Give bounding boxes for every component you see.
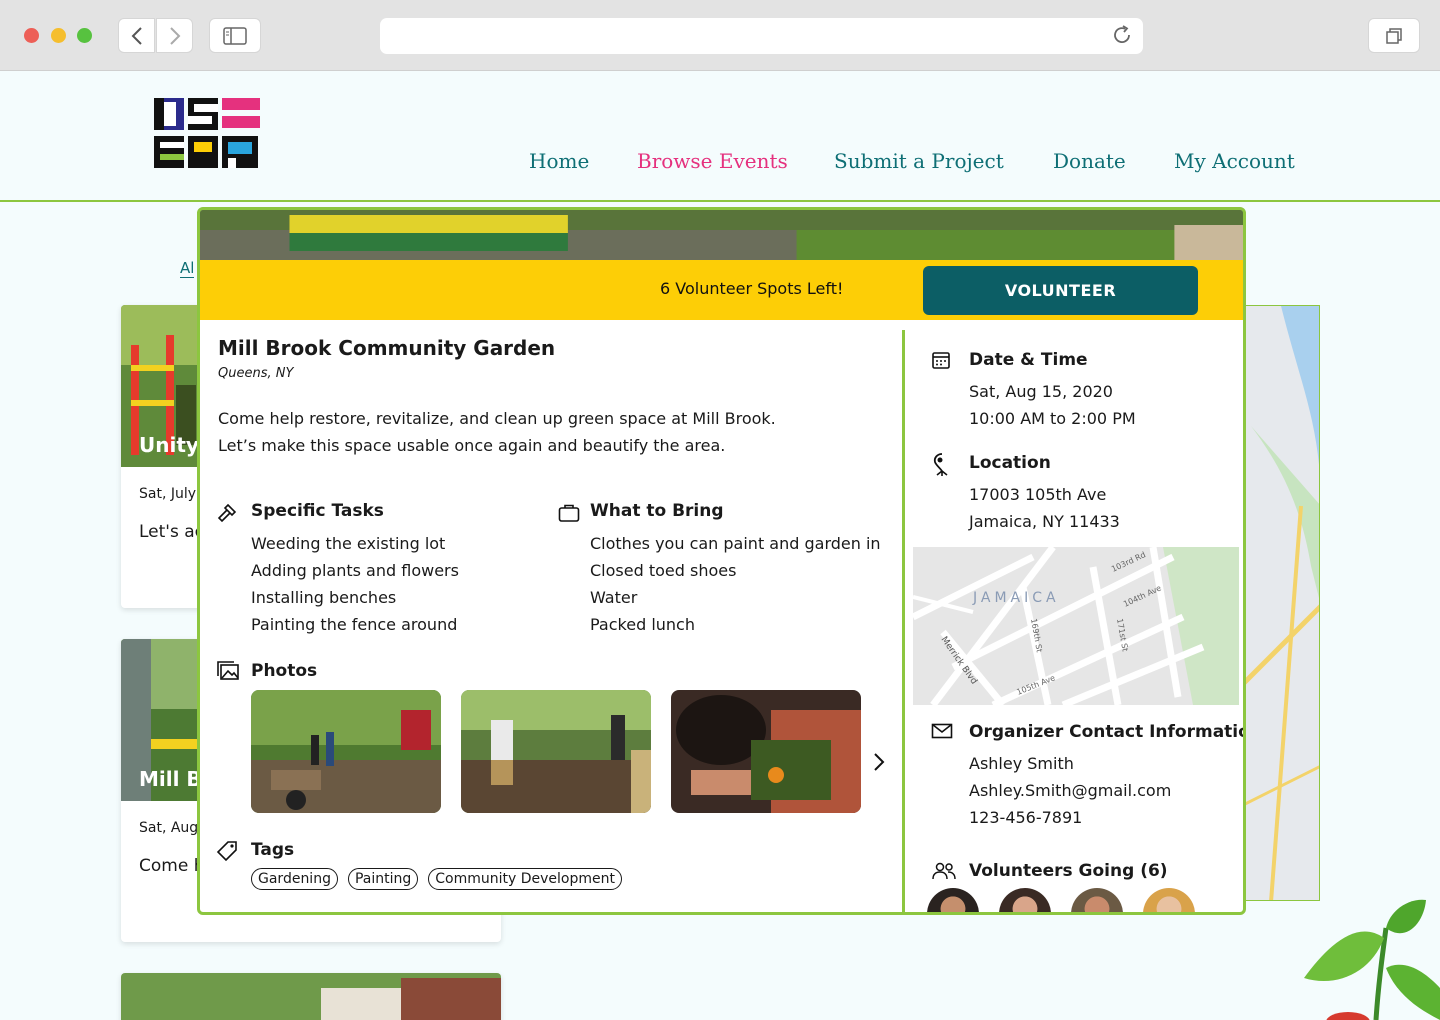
tabs-icon — [1386, 27, 1402, 44]
browser-chrome — [0, 0, 1440, 71]
sidebar-toggle-button[interactable] — [209, 18, 261, 53]
list-item: Closed toed shoes — [590, 561, 737, 580]
event-detail-modal: 6 Volunteer Spots Left! VOLUNTEER Mill B… — [197, 207, 1246, 915]
chevron-left-icon — [131, 26, 142, 45]
event-info-sidebar: Date & Time Sat, Aug 15, 2020 10:00 AM t… — [905, 320, 1246, 912]
list-item: Painting the fence around — [251, 615, 458, 634]
volunteer-banner: 6 Volunteer Spots Left! VOLUNTEER — [200, 260, 1243, 320]
date-heading: Date & Time — [969, 350, 1088, 370]
filter-link[interactable]: Al — [180, 259, 195, 278]
site-header: Home Browse Events Submit a Project Dona… — [0, 72, 1440, 202]
organizer-heading: Organizer Contact Information — [969, 722, 1246, 742]
zoom-window-button[interactable] — [77, 28, 92, 43]
event-card-title: Unity — [139, 433, 199, 457]
back-button[interactable] — [118, 18, 155, 53]
avatar[interactable] — [927, 888, 979, 912]
envelope-icon — [931, 723, 953, 739]
calendar-icon — [932, 352, 950, 369]
event-description: Come help restore, revitalize, and clean… — [218, 405, 838, 459]
events-map[interactable] — [1240, 305, 1320, 901]
list-item: Packed lunch — [590, 615, 695, 634]
event-photo[interactable] — [671, 690, 861, 813]
tag-icon — [216, 841, 237, 862]
avatar[interactable] — [1071, 888, 1123, 912]
project-step-logo[interactable] — [152, 96, 264, 172]
sidebar-icon — [223, 26, 247, 45]
event-card-date: Sat, Aug — [139, 820, 199, 836]
tag-chip[interactable]: Painting — [347, 868, 419, 890]
location-map[interactable]: JAMAICA 103rd Rd 104th Ave 169th St 171s… — [913, 547, 1239, 705]
event-time: 10:00 AM to 2:00 PM — [969, 409, 1136, 428]
address-bar[interactable] — [380, 18, 1143, 54]
list-item: Water — [590, 588, 638, 607]
location-pin-icon — [933, 453, 948, 476]
event-details-panel: Mill Brook Community Garden Queens, NY C… — [200, 320, 902, 912]
volunteers-heading: Volunteers Going (6) — [969, 861, 1168, 881]
event-location-subtitle: Queens, NY — [218, 366, 294, 381]
close-window-button[interactable] — [24, 28, 39, 43]
photos-heading: Photos — [251, 661, 318, 681]
address-line-1: 17003 105th Ave — [969, 485, 1107, 504]
nav-home[interactable]: Home — [529, 149, 589, 173]
nav-browse-events[interactable]: Browse Events — [637, 149, 788, 173]
reload-icon[interactable] — [1111, 24, 1133, 46]
location-heading: Location — [969, 453, 1051, 473]
avatar[interactable] — [1143, 888, 1195, 912]
tasks-heading: Specific Tasks — [251, 501, 384, 521]
volunteer-avatars — [927, 888, 1195, 912]
tab-overview-button[interactable] — [1368, 18, 1420, 53]
list-item: Adding plants and flowers — [251, 561, 459, 580]
nav-submit-project[interactable]: Submit a Project — [834, 149, 1004, 173]
people-icon — [932, 862, 956, 880]
event-card-image — [121, 973, 501, 1020]
hammer-icon — [217, 503, 237, 523]
map-area-label: JAMAICA — [972, 590, 1060, 606]
tag-chip[interactable]: Gardening — [251, 868, 338, 890]
forward-button[interactable] — [156, 18, 193, 53]
description-line: Come help restore, revitalize, and clean… — [218, 409, 776, 428]
avatar[interactable] — [999, 888, 1051, 912]
volunteer-button[interactable]: VOLUNTEER — [923, 266, 1198, 315]
event-photo[interactable] — [251, 690, 441, 813]
photos-icon — [217, 661, 239, 680]
address-line-2: Jamaica, NY 11433 — [969, 512, 1120, 531]
event-date: Sat, Aug 15, 2020 — [969, 382, 1113, 401]
organizer-email[interactable]: Ashley.Smith@gmail.com — [969, 777, 1171, 804]
chevron-right-icon — [169, 26, 180, 45]
chevron-right-icon[interactable] — [872, 750, 886, 774]
nav-my-account[interactable]: My Account — [1174, 149, 1295, 173]
tag-list: Gardening Painting Community Development — [251, 868, 622, 890]
spots-left-text: 6 Volunteer Spots Left! — [660, 279, 844, 298]
organizer-phone[interactable]: 123-456-7891 — [969, 804, 1082, 831]
list-item: Weeding the existing lot — [251, 534, 446, 553]
minimize-window-button[interactable] — [51, 28, 66, 43]
nav-donate[interactable]: Donate — [1053, 149, 1126, 173]
tags-heading: Tags — [251, 840, 295, 860]
organizer-name: Ashley Smith — [969, 754, 1074, 773]
description-line: Let’s make this space usable once again … — [218, 436, 726, 455]
list-item: Installing benches — [251, 588, 397, 607]
list-item: Clothes you can paint and garden in — [590, 534, 881, 553]
event-title: Mill Brook Community Garden — [218, 336, 556, 360]
bring-heading: What to Bring — [590, 501, 724, 521]
bring-list: Clothes you can paint and garden in Clos… — [590, 530, 881, 638]
tag-chip[interactable]: Community Development — [428, 868, 622, 890]
event-photo[interactable] — [461, 690, 651, 813]
briefcase-icon — [558, 504, 580, 522]
event-card-date: Sat, July — [139, 486, 197, 502]
event-hero-image — [200, 210, 1243, 260]
sprout-decoration — [1304, 899, 1440, 1020]
event-card[interactable] — [121, 973, 501, 1020]
tasks-list: Weeding the existing lot Adding plants a… — [251, 530, 459, 638]
